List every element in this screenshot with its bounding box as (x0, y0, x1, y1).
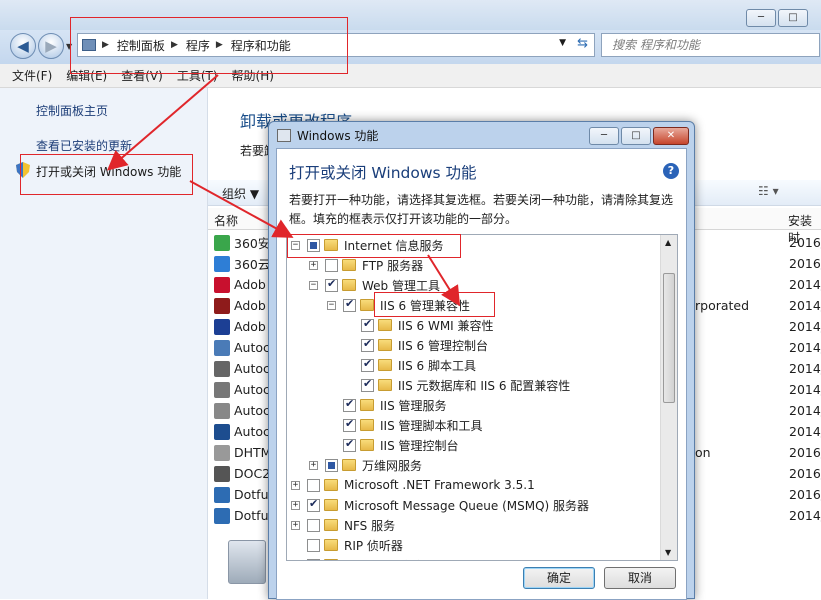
install-date-cell: 2014/ (789, 361, 821, 376)
install-date-cell: 2016/ (789, 466, 821, 481)
install-date-cell: 2014/ (789, 424, 821, 439)
install-date-cell: 2016/ (789, 256, 821, 271)
install-date-cell: 2016/ (789, 235, 821, 250)
install-date-cell: 2014/ (789, 277, 821, 292)
install-date-cell: 2014/ (789, 319, 821, 334)
arrow-to-features-link (106, 74, 219, 171)
arrow-to-iis (189, 180, 294, 238)
install-date-cell: 2016/ (789, 487, 821, 502)
annotation-arrows (106, 74, 461, 307)
install-date-cell: 2016/ (789, 445, 821, 460)
arrow-to-iis6 (427, 254, 461, 307)
install-date-cell: 2014/ (789, 340, 821, 355)
install-date-cell: 2014/ (789, 382, 821, 397)
install-date-cell: 2014/ (789, 508, 821, 523)
install-date-cell: 2014/ (789, 403, 821, 418)
install-date-cell: 2014/ (789, 298, 821, 313)
